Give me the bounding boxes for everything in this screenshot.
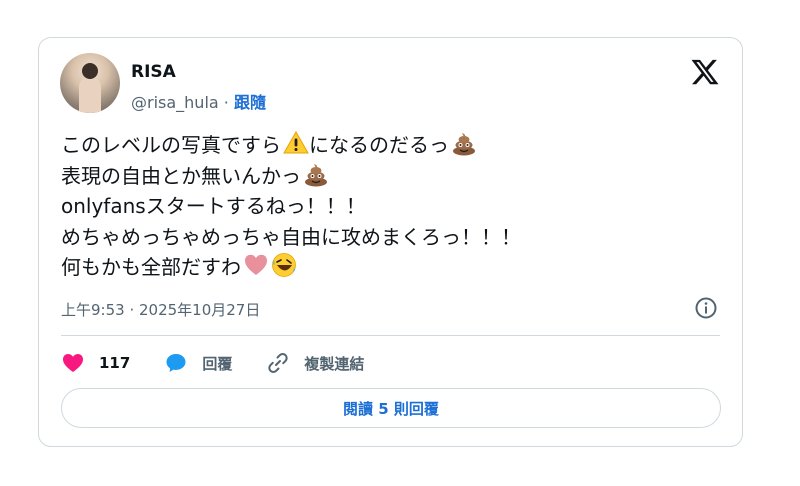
tweet-line: 表現の自由とか無いんかっ	[61, 161, 521, 192]
like-count: 117	[99, 354, 131, 372]
divider	[61, 335, 720, 336]
info-icon[interactable]	[694, 296, 718, 320]
copy-link-button[interactable]: 複製連結	[266, 351, 364, 375]
link-icon	[268, 353, 288, 373]
tweet-line: めちゃめっちゃめっちゃ自由に攻めまくろっ！！！	[61, 224, 521, 249]
heart-emoji-icon	[245, 254, 267, 275]
rofl-emoji-icon	[272, 253, 296, 277]
tweet-text: このレベルの写真ですら になるのだるっ 表現の自由とか無いんかっ onlyfans…	[61, 130, 521, 283]
tweet-line: onlyfansスタートするねっ！！！	[61, 194, 366, 218]
author-handle[interactable]: @risa_hula	[131, 93, 219, 112]
reply-action-button[interactable]: 回覆	[164, 351, 232, 375]
read-replies-button[interactable]: 閱讀 5 則回覆	[61, 388, 721, 428]
poop-emoji-icon	[305, 163, 327, 186]
copy-link-label: 複製連結	[304, 354, 365, 373]
warning-emoji-icon	[283, 130, 309, 154]
heart-icon	[63, 354, 83, 372]
tweet-card: RISA @risa_hula · 跟隨 このレベルの写真ですら になるのだるっ …	[38, 37, 743, 447]
like-button[interactable]: 117	[61, 351, 130, 375]
poop-emoji-icon	[453, 133, 475, 156]
x-logo-icon[interactable]	[690, 57, 720, 87]
avatar[interactable]	[60, 53, 120, 113]
follow-link[interactable]: 跟隨	[234, 93, 266, 112]
separator: ·	[223, 93, 229, 112]
read-replies-label: 閱讀 5 則回覆	[343, 399, 439, 418]
author-handle-row: @risa_hula · 跟隨	[131, 89, 266, 113]
tweet-line: このレベルの写真ですら になるのだるっ	[61, 130, 521, 161]
reply-label: 回覆	[202, 354, 233, 373]
timestamp[interactable]: 上午9:53 · 2025年10月27日	[61, 299, 260, 320]
author-name[interactable]: RISA	[131, 62, 176, 82]
reply-bubble-icon	[166, 354, 186, 372]
tweet-line: 何もかも全部だすわ	[61, 252, 521, 283]
action-bar: 117 回覆 複製連結	[61, 348, 398, 378]
